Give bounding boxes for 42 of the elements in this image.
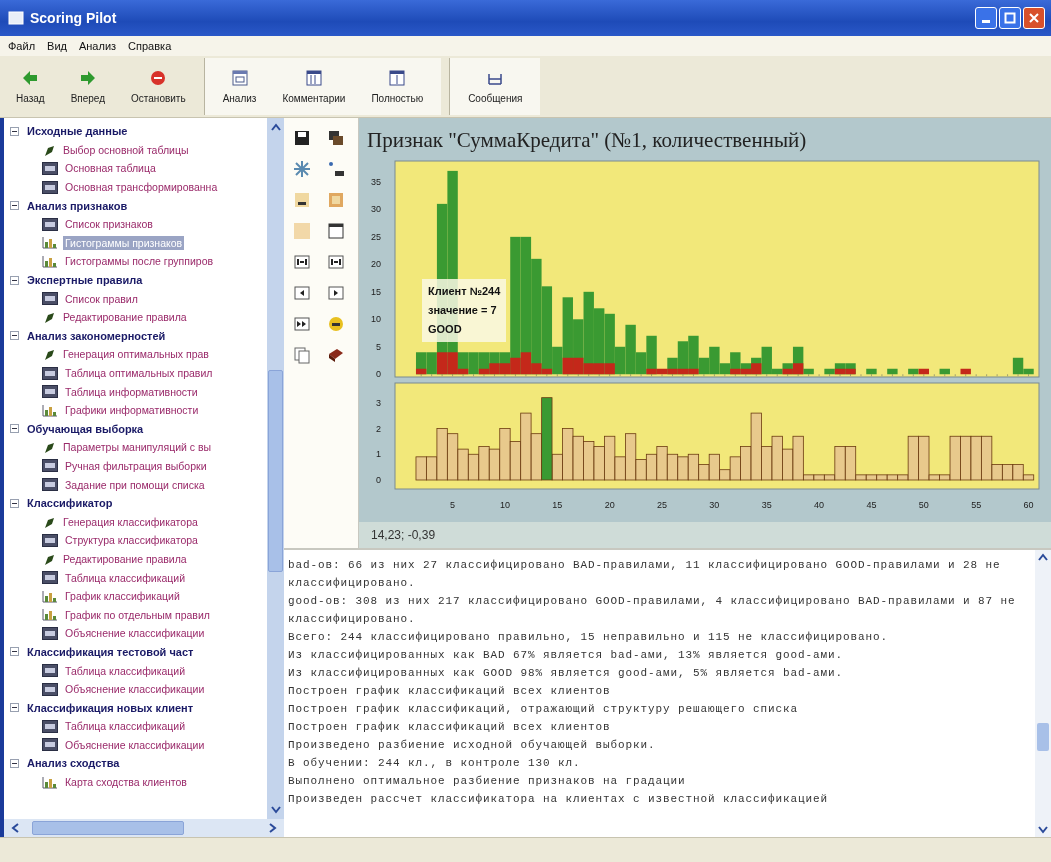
- axis-label: 25: [657, 500, 668, 510]
- axis-label: 35: [371, 176, 381, 187]
- axis-label: 10: [499, 500, 510, 510]
- log-line: Всего: 244 классифицировано правильно, 15 неправильно и 115 не классифицировано.: [288, 630, 890, 645]
- log-line: Построен график классификаций всех клиентов: [288, 684, 612, 699]
- axis-label: 2: [376, 423, 381, 434]
- axis-label: 30: [371, 204, 381, 215]
- axis-label: 1: [376, 449, 381, 460]
- log-line: Построен график классификаций, отражающий структуру решающего списка: [288, 702, 800, 717]
- axis-label: 20: [371, 259, 381, 270]
- tooltip-text: значение = 7: [428, 303, 498, 318]
- axis-label: 20: [604, 500, 615, 510]
- axis-label: 15: [552, 500, 563, 510]
- axis-label: 30: [709, 500, 720, 510]
- axis-label: 25: [371, 231, 381, 242]
- axis-label: 0: [376, 369, 381, 380]
- axis-label: 40: [814, 500, 825, 510]
- axis-label: 3: [376, 397, 381, 408]
- chart-title: Признак "СуммаКредита" (№1, количественный): [366, 127, 808, 154]
- tooltip-text: GOOD: [428, 322, 463, 337]
- axis-label: 5: [376, 341, 381, 352]
- log-line: Из классифицированных как GOOD 98% является good-ами, 5% является bad-ами.: [288, 666, 845, 681]
- tooltip-text: Клиент №244: [428, 284, 501, 299]
- log-line: Построен график классификаций всех клиентов: [288, 720, 612, 735]
- axis-label: 55: [971, 500, 982, 510]
- axis-label: 35: [761, 500, 772, 510]
- axis-label: 15: [371, 286, 381, 297]
- axis-label: 45: [866, 500, 877, 510]
- log-line: Произведено разбиение исходной обучающей выборки.: [288, 738, 657, 753]
- axis-label: 50: [918, 500, 929, 510]
- log-line: Из классифицированных как BAD 67% является bad-ами, 13% является good-ами.: [288, 648, 845, 663]
- axis-label: 60: [1023, 500, 1034, 510]
- axis-label: 5: [450, 500, 456, 510]
- axis-label: 10: [371, 314, 381, 325]
- cursor-coordinates: 14,23; -0,39: [371, 528, 436, 542]
- log-line: В обучении: 244 кл., в контроле 130 кл.: [288, 756, 582, 771]
- window-title: Scoring Pilot: [30, 10, 117, 26]
- log-line: Выполнено оптимальное разбиение признаков на градации: [288, 774, 687, 789]
- axis-label: 0: [376, 475, 381, 485]
- log-line: Произведен рассчет классификатора на клиентах с известной классификацией: [288, 792, 830, 807]
- log-line: bad-ов: 66 из них 27 классифицировано BAD-правилами, 11 классифицировано GOOD-правилами и 28 не классифицировано.: [288, 558, 1002, 591]
- log-line: good-ов: 308 из них 217 классифицировано GOOD-правилами, 4 классифицировано BAD-правилами и 87 не классифицировано.: [288, 594, 1017, 627]
